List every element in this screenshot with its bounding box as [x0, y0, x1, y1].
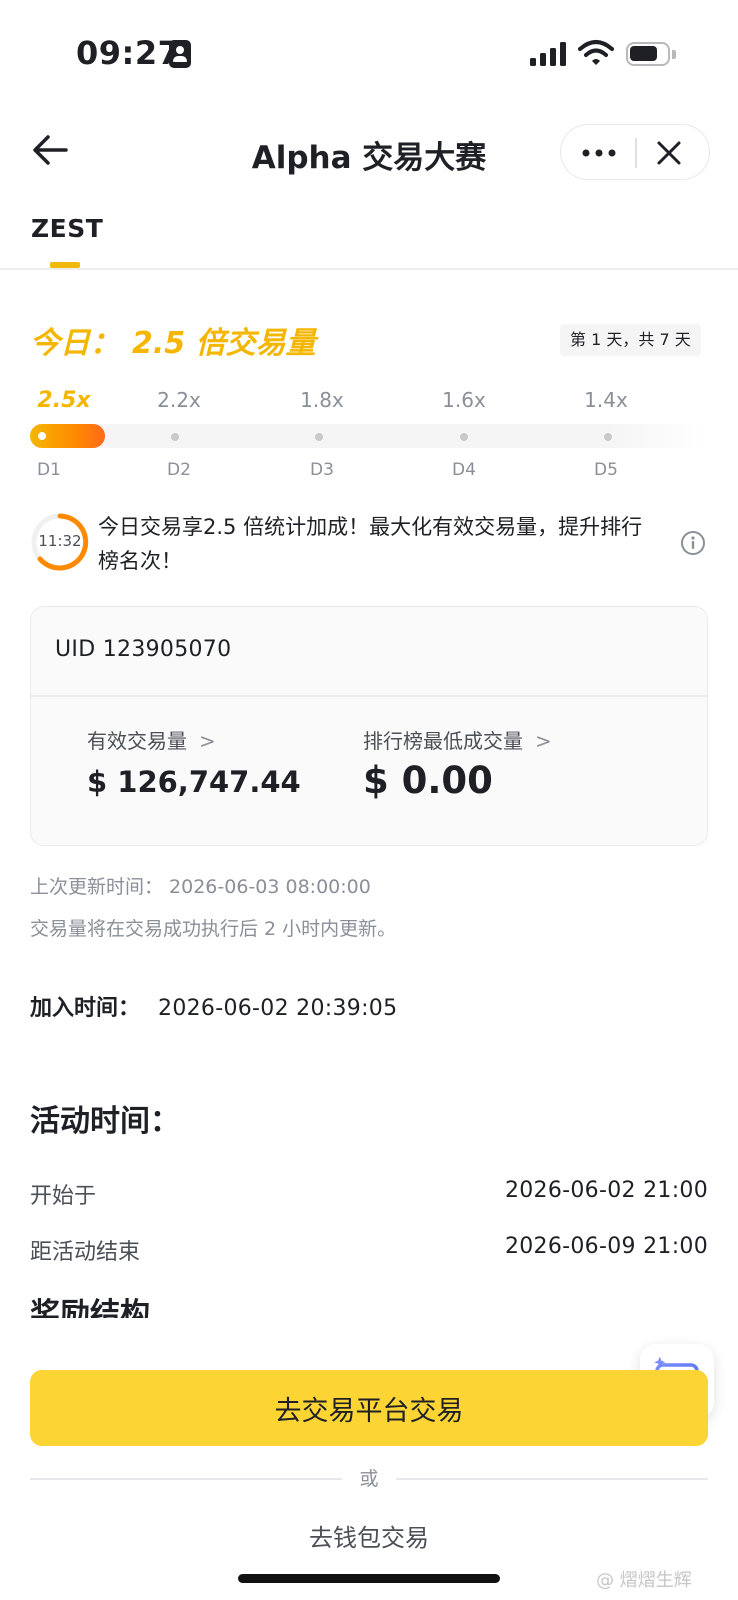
reward-structure-heading: 奖励结构 — [30, 1297, 150, 1318]
step-multiplier: 2.5x — [37, 388, 91, 413]
start-label: 开始于 — [30, 1184, 97, 1209]
contact-card-icon — [169, 40, 191, 68]
user-uid: UID 123905070 — [55, 637, 232, 662]
bonus-notice: 今日交易享2.5 倍统计加成！最大化有效交易量，提升排行榜名次！ — [98, 515, 643, 573]
status-time: 09:27 — [76, 34, 181, 72]
leaderboard-min-value: $ 0.00 — [363, 759, 493, 802]
step-dot — [460, 433, 468, 441]
leaderboard-min-link[interactable]: 排行榜最低成交量 > — [363, 725, 552, 754]
chevron-right-icon: > — [535, 729, 552, 753]
step-multiplier: 1.4x — [584, 388, 628, 412]
leaderboard-min-label: 排行榜最低成交量 — [363, 729, 523, 753]
info-icon[interactable] — [680, 530, 706, 556]
countdown-timer: 11:32 — [38, 532, 82, 550]
card-divider — [31, 695, 707, 697]
or-label: 或 — [359, 1468, 379, 1490]
more-icon[interactable] — [577, 139, 621, 167]
step-multiplier: 2.2x — [157, 388, 201, 412]
multiplier-progress-fill — [30, 424, 105, 448]
start-value: 2026-06-02 21:00 — [504, 1178, 708, 1203]
update-note: 交易量将在交易成功执行后 2 小时内更新。 — [30, 918, 397, 940]
step-day: D3 — [310, 460, 334, 480]
step-dot — [171, 433, 179, 441]
cellular-signal-icon — [530, 42, 566, 66]
step-multiplier: 1.8x — [300, 388, 344, 412]
home-indicator — [238, 1574, 500, 1583]
trade-in-wallet-button[interactable]: 去钱包交易 — [230, 1510, 508, 1560]
step-day: D1 — [37, 460, 61, 480]
step-dot — [604, 433, 612, 441]
tab-active-indicator — [50, 262, 80, 268]
step-day: D5 — [594, 460, 618, 480]
today-multiplier-heading: 今日： 2.5 倍交易量 — [30, 318, 316, 362]
end-value: 2026-06-09 21:00 — [504, 1234, 708, 1259]
close-icon[interactable] — [653, 137, 685, 169]
last-update-time: 上次更新时间： 2026-06-03 08:00:00 — [30, 876, 371, 898]
trade-on-platform-button[interactable]: 去交易平台交易 — [30, 1370, 708, 1446]
activity-time-heading: 活动时间： — [30, 1104, 180, 1139]
mini-program-capsule — [560, 124, 710, 180]
effective-volume-label: 有效交易量 — [87, 729, 187, 753]
tab-bar: ZEST — [0, 206, 738, 270]
watermark: @ 熠熠生辉 — [596, 1570, 692, 1591]
step-multiplier: 1.6x — [442, 388, 486, 412]
step-dot — [315, 433, 323, 441]
nav-bar: Alpha 交易大赛 — [0, 112, 738, 192]
capsule-divider — [635, 138, 637, 168]
join-time-label: 加入时间： — [30, 996, 141, 1021]
join-time: 加入时间： 2026-06-02 20:39:05 — [30, 990, 397, 1022]
effective-volume-link[interactable]: 有效交易量 > — [87, 725, 216, 754]
today-label: 今日： — [30, 326, 120, 361]
tab-zest[interactable]: ZEST — [31, 214, 103, 243]
today-multiplier: 2.5 倍交易量 — [132, 326, 316, 361]
day-progress-badge: 第 1 天，共 7 天 — [560, 324, 701, 356]
join-time-value: 2026-06-02 20:39:05 — [158, 996, 398, 1021]
battery-icon — [626, 42, 676, 66]
step-day: D2 — [167, 460, 191, 480]
chevron-right-icon: > — [199, 729, 216, 753]
wifi-icon — [578, 40, 614, 65]
step-day: D4 — [452, 460, 476, 480]
end-label: 距活动结束 — [30, 1240, 141, 1265]
volume-stats-card: UID 123905070 有效交易量 > $ 126,747.44 排行榜最低成… — [30, 606, 708, 846]
effective-volume-value: $ 126,747.44 — [87, 765, 301, 799]
status-bar: 09:27 — [0, 0, 738, 100]
